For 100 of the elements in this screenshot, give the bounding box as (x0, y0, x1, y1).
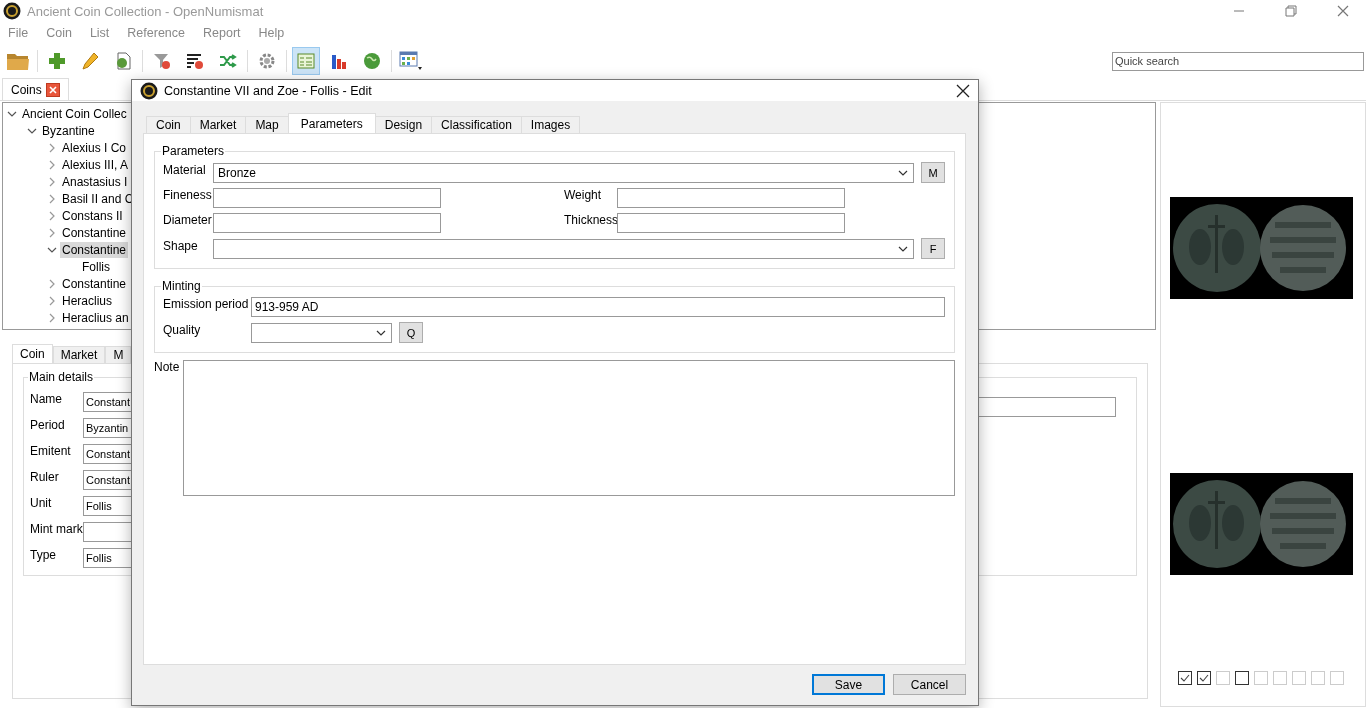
dropdown[interactable]: Bronze (213, 162, 914, 183)
input-field[interactable] (617, 213, 845, 233)
tab[interactable]: M (105, 346, 132, 364)
group-title: Minting (161, 279, 202, 293)
tree-item[interactable]: Anastasius I (60, 173, 130, 190)
tree-item[interactable]: Constans II (60, 207, 125, 224)
form-icon (297, 52, 315, 70)
field-label: Emission period (163, 297, 250, 311)
globe-icon (363, 52, 381, 70)
field-label: Shape (163, 238, 199, 253)
dictionary-button[interactable]: Q (399, 322, 423, 343)
group-title: Parameters (161, 144, 226, 158)
chevron-right-icon[interactable] (47, 295, 57, 306)
menu-item[interactable]: Help (258, 26, 285, 40)
note-field[interactable] (183, 360, 955, 496)
input-field[interactable] (976, 397, 1116, 417)
settings-icon (258, 52, 276, 70)
tree-item[interactable]: Constantine (60, 224, 129, 241)
field-value: Constant (86, 474, 131, 486)
input-field[interactable]: 913-959 AD (251, 297, 945, 317)
tree-item[interactable]: Heraclius an (60, 309, 131, 326)
tree-item[interactable]: Constantine (60, 241, 129, 258)
field-value: Follis (86, 552, 112, 564)
tab[interactable]: Coin (146, 116, 191, 134)
field-label: Name (30, 392, 63, 406)
tree-item[interactable]: Ancient Coin Collec (20, 105, 129, 122)
app-logo-icon (3, 2, 21, 20)
field-label: Diameter (163, 213, 213, 227)
field-value: 913-959 AD (255, 300, 319, 314)
dropdown[interactable] (251, 322, 392, 343)
field-label: Quality (163, 322, 202, 337)
close-icon[interactable] (956, 83, 970, 98)
input-field[interactable] (213, 213, 441, 233)
menu-item[interactable]: Report (203, 26, 241, 40)
document-icon (114, 52, 132, 70)
chevron-right-icon[interactable] (47, 210, 57, 221)
menu-item[interactable]: File (8, 26, 29, 40)
pencil-icon (81, 52, 99, 70)
checked-box-icon[interactable] (1178, 671, 1192, 685)
field-value: Constant (86, 448, 131, 460)
filter-icon (153, 52, 171, 70)
window-title: Ancient Coin Collection - OpenNumismat (27, 3, 264, 19)
sort-icon (186, 52, 204, 70)
dictionary-button[interactable]: M (921, 162, 945, 183)
caret-icon (376, 329, 386, 336)
grid-icon (399, 51, 423, 71)
field-label: Ruler (30, 470, 60, 484)
field-label: Weight (564, 188, 603, 202)
checked-box-icon[interactable] (1197, 671, 1211, 685)
app-logo-icon (140, 81, 158, 100)
chevron-right-icon[interactable] (47, 193, 57, 204)
caret-icon (898, 245, 908, 252)
chevron-right-icon[interactable] (47, 142, 57, 153)
empty-box-icon[interactable] (1235, 671, 1249, 685)
dialog-title: Constantine VII and Zoe - Follis - Edit (164, 83, 372, 98)
tab[interactable]: Images (520, 116, 581, 134)
restore-icon[interactable] (1285, 5, 1297, 17)
field-label: Material (163, 162, 207, 177)
shuffle-icon (219, 52, 237, 70)
menu-item[interactable]: Coin (46, 26, 72, 40)
input-field[interactable] (213, 188, 441, 208)
field-label: Emitent (30, 444, 72, 458)
tree-item[interactable]: Alexius III, A (60, 156, 131, 173)
chevron-right-icon[interactable] (47, 159, 57, 170)
tab[interactable]: Design (374, 116, 433, 134)
chevron-right-icon[interactable] (47, 227, 57, 238)
group-title: Main details (28, 370, 95, 384)
caret-icon (898, 169, 908, 176)
input-field[interactable] (617, 188, 845, 208)
chevron-right-icon[interactable] (47, 176, 57, 187)
tab-label: Coins (11, 82, 42, 97)
dictionary-button[interactable]: F (921, 238, 945, 259)
chevron-right-icon[interactable] (47, 278, 57, 289)
collection-tab[interactable]: Coins (2, 78, 69, 100)
tree-item[interactable]: Heraclius (60, 292, 114, 309)
search-field[interactable]: Quick search (1112, 51, 1364, 71)
chevron-right-icon[interactable] (47, 312, 57, 323)
tree-item[interactable]: Byzantine (40, 122, 97, 139)
field-value: Byzantin (86, 422, 129, 434)
tree-item[interactable]: Constantine (60, 275, 129, 292)
tab[interactable]: Map (245, 116, 289, 134)
menu-item[interactable]: Reference (127, 26, 185, 40)
tab[interactable]: Coin (12, 344, 53, 364)
menu-item[interactable]: List (89, 26, 110, 40)
field-label: Thickness (564, 213, 617, 227)
field-label: Unit (30, 496, 53, 510)
bar-chart-icon (330, 52, 348, 70)
field-label: Type (30, 548, 57, 562)
field-label: Note (154, 360, 181, 376)
tree-item[interactable]: Follis (80, 258, 112, 275)
plus-icon (48, 52, 66, 70)
field-label: Period (30, 418, 66, 432)
dialog-button[interactable]: Save (812, 674, 885, 695)
dropdown[interactable] (213, 238, 914, 259)
field-label: Fineness (163, 188, 213, 202)
dialog-button[interactable]: Cancel (893, 674, 966, 695)
tab[interactable]: Market (52, 346, 106, 364)
field-value: Follis (86, 500, 112, 512)
tree-item[interactable]: Alexius I Co (60, 139, 129, 156)
field-label: Mint mark (30, 522, 83, 536)
